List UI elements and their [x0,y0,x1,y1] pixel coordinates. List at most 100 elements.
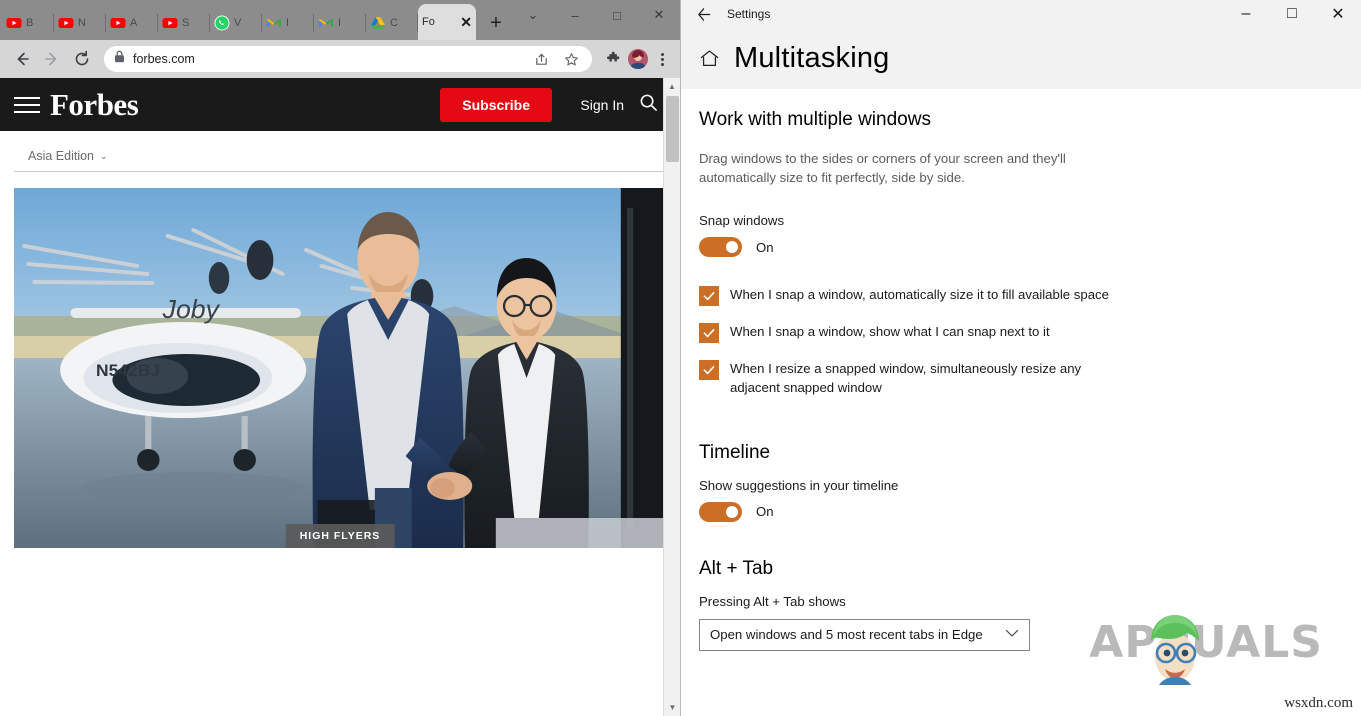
browser-tab[interactable]: C [366,6,418,40]
youtube-icon [110,15,126,31]
tab-title: A [130,17,138,29]
back-button[interactable] [8,45,36,73]
address-input[interactable]: forbes.com [104,46,592,72]
svg-text:Joby: Joby [162,294,221,324]
alt-tab-label: Pressing Alt + Tab shows [699,593,846,609]
hero-image: Joby N542BJ HIGH FLYERS [14,188,666,548]
subscribe-button[interactable]: Subscribe [440,87,552,122]
snap-windows-label: Snap windows [699,213,785,229]
checkbox-label: When I snap a window, show what I can sn… [730,324,1050,340]
tab-title: Fo [422,16,435,28]
page-title: Multitasking [734,42,890,74]
checkbox-show-snap-next[interactable]: When I snap a window, show what I can sn… [699,322,1361,344]
address-text: forbes.com [133,52,195,66]
maximize-button[interactable]: □ [1269,0,1315,28]
checkbox-label: When I resize a snapped window, simultan… [730,361,1082,396]
star-icon[interactable] [560,48,582,70]
reload-button[interactable] [68,45,96,73]
youtube-icon [58,15,74,31]
tab-title: I [286,17,290,29]
hero-photo: Joby N542BJ [14,188,666,548]
browser-tab[interactable]: I [314,6,366,40]
minimize-button[interactable]: – [554,0,596,30]
browser-window-controls: ⌄ – □ ✕ [512,0,680,30]
gmail-icon [318,15,334,31]
section-heading-alt-tab: Alt + Tab [699,557,774,579]
tab-title: C [390,17,398,29]
puzzle-icon[interactable] [602,48,624,70]
settings-content: Work with multiple windows Drag windows … [681,89,1361,716]
timeline-toggle-row: On [699,501,1361,522]
section-heading-multiple-windows: Work with multiple windows [699,109,931,130]
forbes-logo[interactable]: Forbes [50,87,139,123]
checkbox-label: When I snap a window, automatically size… [730,287,1109,303]
youtube-icon [6,15,22,31]
hero-caption: HIGH FLYERS [285,524,395,548]
chevron-down-icon: ⌄ [100,150,108,161]
settings-title-bar: Settings – □ ✕ [681,0,1361,28]
sign-in-link[interactable]: Sign In [580,97,624,113]
alt-tab-dropdown[interactable]: Open windows and 5 most recent tabs in E… [699,618,1030,651]
lock-icon [114,50,125,68]
tab-title: V [234,17,242,29]
forward-button[interactable] [38,45,66,73]
three-dot-menu-icon[interactable] [652,48,672,70]
tab-title: N [78,17,86,29]
tab-title: B [26,17,34,29]
google-drive-icon [370,15,386,31]
browser-tab[interactable]: V [210,6,262,40]
tab-strip: B N A S V I I C Fo ✕ + ⌄ – □ ✕ [0,0,680,40]
settings-page-header: Multitasking [681,28,1361,89]
section-heading-timeline: Timeline [699,441,771,463]
edition-label: Asia Edition [28,149,95,163]
snap-windows-toggle[interactable] [699,237,742,258]
maximize-button[interactable]: □ [596,0,638,30]
page-body-text-clipped [14,704,650,716]
browser-tab[interactable]: N [54,6,106,40]
timeline-suggestions-toggle[interactable] [699,501,742,522]
avatar[interactable] [628,49,648,69]
tab-title: I [338,17,342,29]
browser-tab[interactable]: A [106,6,158,40]
forbes-page: Forbes Subscribe Sign In Asia Edition ⌄ [0,78,680,716]
alt-tab-dropdown-value: Open windows and 5 most recent tabs in E… [710,627,983,643]
close-button[interactable]: ✕ [1315,0,1361,28]
toggle-knob [726,241,738,254]
new-tab-button[interactable]: + [482,9,510,37]
youtube-icon [162,15,178,31]
checkbox-resize-adjacent[interactable]: When I resize a snapped window, simultan… [699,359,1361,397]
checkbox-auto-size[interactable]: When I snap a window, automatically size… [699,285,1361,307]
toggle-knob [726,505,738,518]
search-icon[interactable] [639,93,658,117]
settings-window-controls: – □ ✕ [1223,0,1361,28]
scroll-up-arrow[interactable]: ▲ [664,78,680,95]
browser-tab[interactable]: S [158,6,210,40]
tab-title: S [182,17,190,29]
hamburger-menu-icon[interactable] [14,96,40,113]
back-arrow-icon[interactable] [681,0,727,28]
edition-selector[interactable]: Asia Edition ⌄ [14,131,666,172]
scrollbar-thumb[interactable] [666,96,679,162]
svg-text:N542BJ: N542BJ [96,360,160,380]
close-tab-icon[interactable]: ✕ [460,15,472,29]
browser-tab-active[interactable]: Fo ✕ [418,4,476,40]
snap-windows-toggle-state: On [756,239,774,255]
home-icon[interactable] [699,48,720,69]
minimize-button[interactable]: – [1223,0,1269,28]
gmail-icon [266,15,282,31]
address-bar-row: forbes.com [0,40,680,78]
snap-windows-toggle-row: On [699,237,1361,258]
windows-settings-window: Settings – □ ✕ Multitasking Work with mu… [680,0,1361,716]
close-button[interactable]: ✕ [638,0,680,30]
browser-tab[interactable]: I [262,6,314,40]
screenshot-root: B N A S V I I C Fo ✕ + ⌄ – □ ✕ forbes.co… [0,0,1361,716]
scroll-down-arrow[interactable]: ▼ [664,699,680,716]
share-icon[interactable] [530,48,552,70]
tab-search-icon[interactable]: ⌄ [512,0,554,30]
checkbox-checked-icon [699,323,719,344]
settings-window-title: Settings [727,7,771,21]
chrome-browser-window: B N A S V I I C Fo ✕ + ⌄ – □ ✕ forbes.co… [0,0,680,716]
page-scrollbar[interactable]: ▲ ▼ [663,78,680,716]
browser-tab[interactable]: B [2,6,54,40]
whatsapp-icon [214,15,230,31]
